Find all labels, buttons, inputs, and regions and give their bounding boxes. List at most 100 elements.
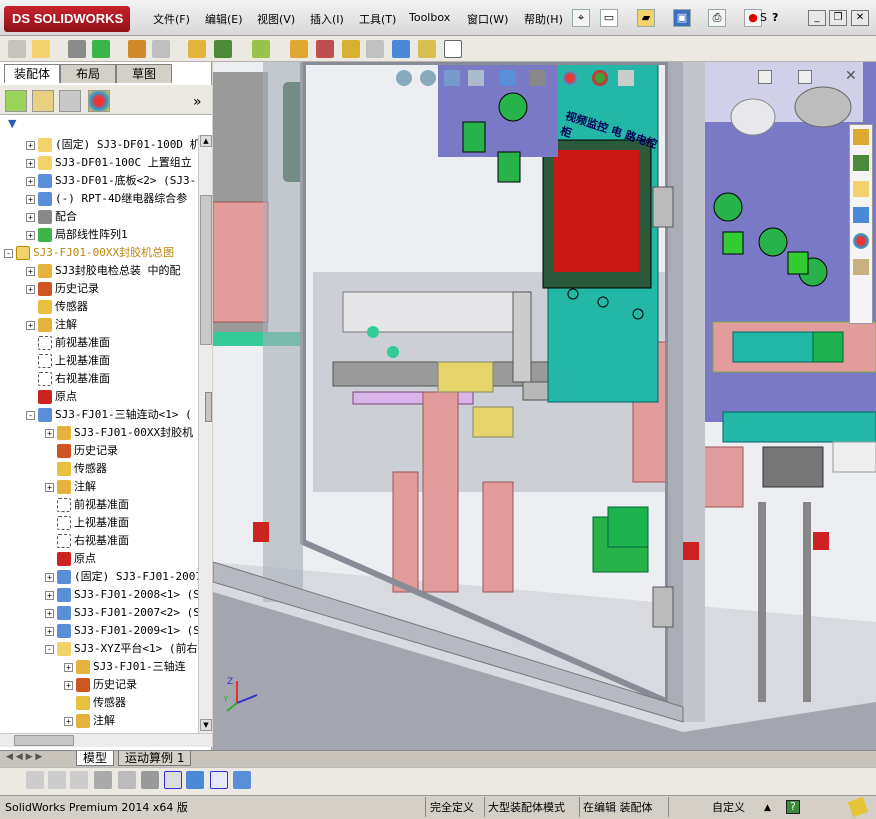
tree-vertical-scrollbar[interactable]: ▲ ▼ — [198, 135, 212, 733]
tree-expander-icon[interactable]: - — [45, 644, 54, 654]
reference-geometry-icon[interactable] — [252, 40, 270, 58]
insert-component-icon[interactable] — [32, 40, 50, 58]
menu-toolbox[interactable]: Toolbox — [409, 11, 450, 24]
tree-item[interactable]: 右视基准面 — [45, 532, 198, 550]
property-manager-icon[interactable] — [32, 90, 54, 112]
tab-sketch[interactable]: 草图 — [116, 64, 172, 83]
tree-item[interactable]: 传感器 — [64, 694, 198, 712]
edit-appearance-icon[interactable] — [562, 70, 578, 86]
tree-expander-icon[interactable]: + — [26, 266, 35, 276]
tree-expander-icon[interactable]: + — [26, 284, 35, 294]
panel-collapse-icon[interactable]: » — [193, 94, 202, 110]
tree-item[interactable]: 右视基准面 — [26, 370, 198, 388]
tree-expander-icon[interactable]: + — [26, 194, 35, 204]
tree-expander-icon[interactable]: + — [45, 608, 54, 618]
menu-view[interactable]: 视图(V) — [257, 11, 295, 27]
tree-expander-icon[interactable]: + — [64, 662, 73, 672]
restore-icon[interactable]: ❐ — [829, 10, 847, 26]
explode-line-icon[interactable] — [366, 40, 384, 58]
tree-item[interactable]: + SJ3-FJ01-2008<1> (S. — [45, 586, 198, 604]
tree-expander-icon[interactable]: + — [64, 716, 73, 726]
section-icon[interactable] — [118, 771, 136, 789]
tree-item[interactable]: + SJ3-FJ01-2007<2> (S. — [45, 604, 198, 622]
tree-expander-icon[interactable]: + — [26, 158, 35, 168]
tree-item[interactable]: 上视基准面 — [26, 352, 198, 370]
menu-edit[interactable]: 编辑(E) — [205, 11, 243, 27]
axis-icon[interactable] — [164, 771, 182, 789]
tab-layout[interactable]: 布局 — [60, 64, 116, 83]
tree-item[interactable]: + 注解 — [45, 478, 198, 496]
file-explorer-icon[interactable] — [853, 181, 869, 197]
pin-icon[interactable]: ⌖ — [572, 9, 590, 27]
tree-expander-icon[interactable]: + — [45, 482, 54, 492]
tree-expander-icon[interactable]: + — [26, 320, 35, 330]
tree-item[interactable]: + (固定) SJ3-FJ01-2007 — [45, 568, 198, 586]
tree-item[interactable]: + SJ3-FJ01-2009<1> (S. — [45, 622, 198, 640]
wireframe-icon[interactable] — [94, 771, 112, 789]
view-settings-icon[interactable] — [618, 70, 634, 86]
open-folder-icon[interactable]: ▰ — [637, 9, 655, 27]
zoom-to-fit-icon[interactable] — [396, 70, 412, 86]
tree-item[interactable]: + 局部线性阵列1 — [26, 226, 198, 244]
tree-item[interactable]: + SJ3-DF01-底板<2> (SJ3- — [26, 172, 198, 190]
panel-splitter[interactable] — [205, 392, 212, 422]
section-view-icon[interactable] — [468, 70, 484, 86]
feature-manager-icon[interactable] — [5, 90, 27, 112]
tree-item[interactable]: + SJ3封胶电检总装 中的配 — [26, 262, 198, 280]
viewport-close-icon[interactable]: ✕ — [845, 68, 857, 84]
previous-view-icon[interactable] — [444, 70, 460, 86]
tree-expander-icon[interactable]: + — [45, 428, 54, 438]
tree-item[interactable]: - SJ3-FJ01-三轴连动<1> ( — [26, 406, 198, 424]
tree-item[interactable]: 传感器 — [45, 460, 198, 478]
tree-expander-icon[interactable]: - — [4, 248, 13, 258]
tree-item[interactable]: 前视基准面 — [45, 496, 198, 514]
minimize-icon[interactable]: _ — [808, 10, 826, 26]
custom-properties-icon[interactable] — [853, 259, 869, 275]
search-label[interactable]: S — [760, 11, 767, 24]
tree-expander-icon[interactable]: + — [45, 590, 54, 600]
tree-item[interactable]: + (固定) SJ3-DF01-100D 机 — [26, 136, 198, 154]
filter-icon[interactable]: ▼ — [8, 117, 16, 130]
design-library-icon[interactable] — [853, 155, 869, 171]
tree-item[interactable]: - SJ3-FJ01-00XX封胶机总图 — [4, 244, 198, 262]
tree-item[interactable]: + SJ3-DF01-100C 上置组立 — [26, 154, 198, 172]
normal-to-icon[interactable] — [233, 771, 251, 789]
viewport-split-icon[interactable] — [758, 70, 772, 84]
tree-item[interactable]: + 历史记录 — [26, 280, 198, 298]
apply-scene-icon[interactable] — [592, 70, 608, 86]
show-hidden-icon[interactable] — [188, 40, 206, 58]
edit-component-icon[interactable] — [8, 40, 26, 58]
instant3d-icon[interactable] — [444, 40, 462, 58]
tab-scroll-arrows[interactable]: ◀ ◀ ▶ ▶ — [6, 752, 42, 762]
units-arrow-icon[interactable]: ▲ — [764, 799, 771, 817]
new-document-icon[interactable]: ▭ — [600, 9, 618, 27]
quick-tips-icon[interactable]: ? — [786, 800, 800, 814]
tree-item[interactable]: + 历史记录 — [64, 676, 198, 694]
tree-expander-icon[interactable]: + — [45, 572, 54, 582]
hscroll-thumb[interactable] — [14, 735, 74, 746]
graphics-viewport[interactable]: 视频监控 电 路电控柜 ✕ Z Y — [213, 62, 876, 750]
display-manager-icon[interactable] — [88, 90, 110, 112]
tree-item[interactable]: + 注解 — [26, 316, 198, 334]
new-motion-study-icon[interactable] — [290, 40, 308, 58]
tree-item[interactable]: + (-) RPT-4D继电器综合参 — [26, 190, 198, 208]
tree-expander-icon[interactable]: - — [26, 410, 35, 420]
help-icon[interactable]: ? — [772, 11, 778, 24]
shaded-icon[interactable] — [48, 771, 66, 789]
interference-detection-icon[interactable] — [392, 40, 410, 58]
view-orientation-icon[interactable] — [500, 70, 516, 86]
tree-expander-icon[interactable]: + — [26, 176, 35, 186]
tree-item[interactable]: + SJ3-FJ01-三轴连 — [64, 658, 198, 676]
exploded-view-icon[interactable] — [342, 40, 360, 58]
tree-item[interactable]: 历史记录 — [45, 442, 198, 460]
assembly-features-icon[interactable] — [214, 40, 232, 58]
display-style-icon[interactable] — [530, 70, 546, 86]
shaded-with-edges-icon[interactable] — [26, 771, 44, 789]
appearances-icon[interactable] — [853, 233, 869, 249]
move-component-icon[interactable] — [152, 40, 170, 58]
smart-fasteners-icon[interactable] — [128, 40, 146, 58]
assembly-model[interactable] — [213, 62, 876, 750]
linear-pattern-icon[interactable] — [92, 40, 110, 58]
tree-expander-icon[interactable]: + — [26, 212, 35, 222]
print-icon[interactable]: ⎙ — [708, 9, 726, 27]
